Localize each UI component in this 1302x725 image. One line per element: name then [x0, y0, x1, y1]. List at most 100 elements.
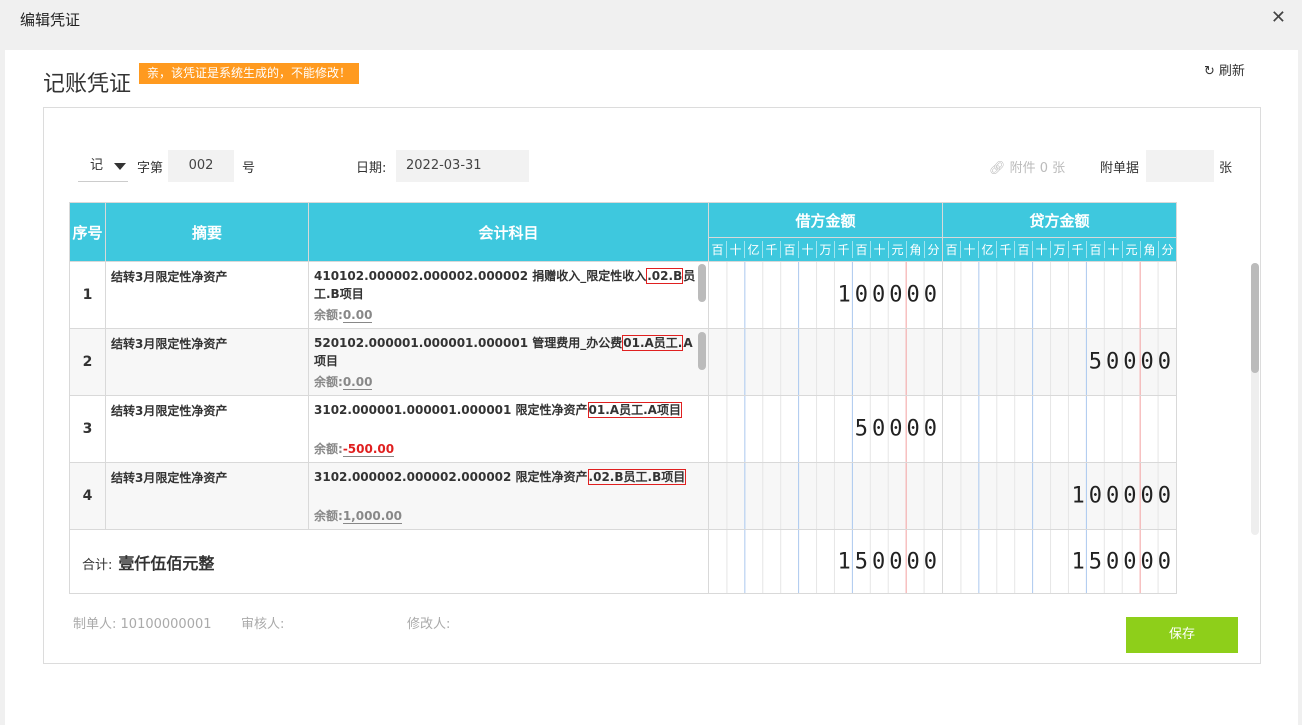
debit-units: 百十亿千百十万千百十元角分	[708, 237, 943, 262]
row-number: 2	[69, 328, 106, 396]
balance-label: 余额:	[314, 308, 343, 322]
account-highlight: .02.B员工.B项目	[587, 469, 687, 485]
save-button[interactable]: 保存	[1126, 617, 1238, 653]
table-row[interactable]: 1 结转3月限定性净资产 410102.000002.000002.000002 捐…	[69, 261, 1177, 329]
paperclip-icon: 🔗︎	[989, 161, 1010, 176]
digit-unit-label: 百	[711, 243, 724, 257]
digit-unit-label: 百	[945, 243, 958, 257]
doc-count-input[interactable]	[1146, 150, 1214, 182]
account-highlight: 01.A员工.	[622, 335, 684, 351]
amount-grid	[709, 329, 942, 395]
balance-value: 0.00	[342, 375, 373, 390]
digit-unit-label: 百	[1086, 241, 1104, 258]
row-account[interactable]: 520102.000001.000001.000001 管理费用_办公费01.A…	[308, 328, 709, 396]
credit-amount: 50000	[1088, 349, 1175, 375]
maker-label: 制单人:	[73, 617, 117, 632]
debit-amount-cell[interactable]: 100000	[708, 261, 943, 329]
digit-unit-label: 十	[798, 241, 816, 258]
voucher-title: 记账凭证	[43, 72, 132, 97]
digit-unit-label: 分	[1158, 241, 1176, 258]
digit-unit-label: 十	[726, 241, 744, 258]
credit-unit-labels: 百十亿千百十万千百十元角分	[943, 241, 1176, 258]
balance-label: 余额:	[314, 375, 343, 389]
row-account[interactable]: 3102.000002.000002.000002 限定性净资产.02.B员工.…	[308, 462, 709, 530]
credit-amount-cell[interactable]: 50000	[942, 328, 1177, 396]
readonly-warning-badge: 亲，该凭证是系统生成的，不能修改！	[139, 63, 360, 84]
account-scrollbar[interactable]	[698, 332, 706, 370]
col-credit-header: 贷方金额	[942, 202, 1177, 238]
digit-unit-label: 元	[888, 241, 906, 258]
account-code: 3102.000001.000001.000001 限定性净资产	[314, 403, 588, 417]
account-scrollbar[interactable]	[698, 264, 706, 302]
credit-amount-cell[interactable]	[942, 261, 1177, 329]
row-number: 1	[69, 261, 106, 329]
date-label: 日期:	[356, 161, 387, 176]
credit-amount: 100000	[1071, 483, 1175, 509]
voucher-number-input[interactable]: 002	[168, 150, 234, 182]
doc-suffix: 张	[1219, 161, 1233, 176]
row-summary[interactable]: 结转3月限定性净资产	[105, 462, 309, 530]
dialog-titlebar: 编辑凭证 ✕	[0, 0, 1302, 40]
digit-unit-label: 千	[834, 241, 852, 258]
col-summary-header: 摘要	[105, 202, 309, 262]
digit-unit-label: 百	[852, 241, 870, 258]
refresh-button[interactable]: ↻ 刷新	[1204, 60, 1245, 79]
balance-value: 1,000.00	[342, 509, 403, 524]
digit-unit-label: 十	[1032, 241, 1050, 258]
balance-value: 0.00	[342, 308, 373, 323]
digit-unit-label: 千	[1068, 241, 1086, 258]
account-balance: 余额:1,000.00	[314, 507, 403, 525]
digit-unit-label: 千	[762, 241, 780, 258]
digit-unit-label: 千	[996, 241, 1014, 258]
account-balance: 余额:0.00	[314, 373, 373, 391]
voucher-type-select[interactable]: 记	[78, 152, 128, 182]
digit-unit-label: 十	[870, 241, 888, 258]
balance-label: 余额:	[314, 509, 343, 523]
number-suffix: 号	[242, 161, 256, 176]
table-scrollbar[interactable]	[1251, 263, 1259, 373]
voucher-table: 序号 摘要 会计科目 借方金额 贷方金额 百十亿千百十万千百十元角分 百十亿千百…	[69, 202, 1177, 594]
table-row[interactable]: 2 结转3月限定性净资产 520102.000001.000001.000001 管…	[69, 328, 1177, 396]
row-number: 3	[69, 395, 106, 463]
account-code: 3102.000002.000002.000002 限定性净资产	[314, 470, 588, 484]
table-row[interactable]: 4 结转3月限定性净资产 3102.000002.000002.000002 限定性…	[69, 462, 1177, 530]
credit-amount-cell[interactable]: 100000	[942, 462, 1177, 530]
digit-unit-label: 百	[780, 241, 798, 258]
balance-label: 余额:	[314, 442, 343, 456]
digit-unit-label: 十	[1104, 241, 1122, 258]
amount-grid	[943, 396, 1176, 462]
row-summary[interactable]: 结转3月限定性净资产	[105, 395, 309, 463]
row-account[interactable]: 3102.000001.000001.000001 限定性净资产01.A员工.A…	[308, 395, 709, 463]
chevron-down-icon	[114, 163, 126, 170]
row-summary[interactable]: 结转3月限定性净资产	[105, 261, 309, 329]
digit-unit-label: 角	[906, 241, 924, 258]
row-account[interactable]: 410102.000002.000002.000002 捐赠收入_限定性收入.0…	[308, 261, 709, 329]
debit-amount-cell[interactable]: 50000	[708, 395, 943, 463]
col-debit-header: 借方金额	[708, 202, 943, 238]
digit-unit-label: 万	[816, 241, 834, 258]
total-debit: 150000	[837, 549, 941, 574]
doc-label: 附单据	[1100, 161, 1140, 176]
digit-unit-label: 万	[1050, 241, 1068, 258]
total-debit-cell: 150000	[708, 529, 943, 594]
debit-amount-cell[interactable]	[708, 462, 943, 530]
refresh-label: 刷新	[1218, 64, 1245, 79]
attachment-link[interactable]: 🔗︎ 附件 0 张	[989, 157, 1065, 176]
close-icon[interactable]: ✕	[1271, 7, 1286, 28]
date-input[interactable]: 2022-03-31	[396, 150, 529, 182]
account-code: 410102.000002.000002.000002 捐赠收入_限定性收入	[314, 269, 647, 283]
table-row[interactable]: 3 结转3月限定性净资产 3102.000001.000001.000001 限定性…	[69, 395, 1177, 463]
debit-amount-cell[interactable]	[708, 328, 943, 396]
credit-amount-cell[interactable]	[942, 395, 1177, 463]
account-highlight: 01.A员工.A项目	[587, 402, 682, 418]
row-summary[interactable]: 结转3月限定性净资产	[105, 328, 309, 396]
maker-info: 制单人: 10100000001	[73, 613, 212, 632]
digit-unit-label: 分	[924, 241, 942, 258]
col-account-header: 会计科目	[308, 202, 709, 262]
digit-unit-label: 百	[1014, 241, 1032, 258]
total-in-words: 壹仟伍佰元整	[118, 553, 215, 573]
dialog-title: 编辑凭证	[20, 11, 81, 29]
modifier-label: 修改人:	[407, 617, 451, 632]
row-number: 4	[69, 462, 106, 530]
debit-amount: 50000	[854, 416, 941, 442]
